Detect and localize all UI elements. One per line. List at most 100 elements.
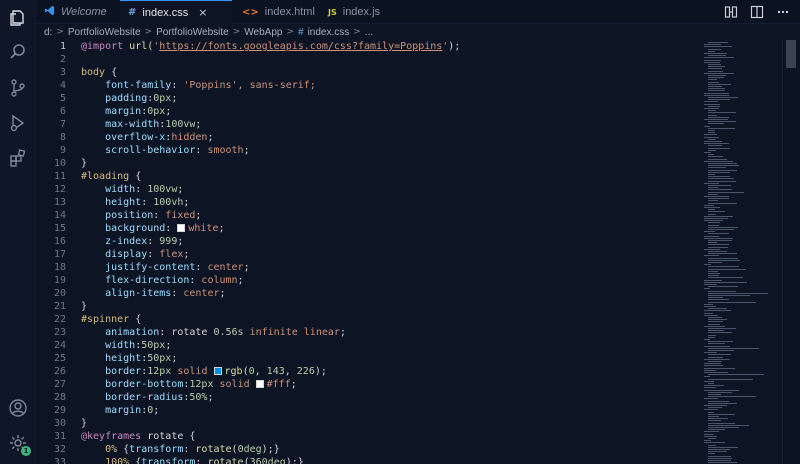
code-line[interactable]: 17 display: flex;: [36, 248, 700, 261]
line-number: 14: [53, 210, 66, 221]
more-actions-icon[interactable]: [776, 5, 790, 19]
line-number: 12: [53, 184, 66, 195]
code-line[interactable]: 16 z-index: 999;: [36, 235, 700, 248]
vertical-scrollbar[interactable]: [782, 40, 800, 464]
breadcrumb-item[interactable]: WebApp: [244, 27, 282, 38]
account-icon[interactable]: [8, 398, 28, 418]
minimap-line: [704, 314, 718, 316]
open-changes-icon[interactable]: [724, 5, 738, 19]
code-token: :: [141, 197, 154, 208]
minimap-line: [708, 176, 730, 178]
code-token: , sans-serif;: [237, 80, 316, 91]
minimap-line: [708, 97, 738, 98]
code-token: :: [171, 80, 184, 91]
minimap-line: [708, 402, 737, 404]
code-line[interactable]: 22 #spinner {: [36, 313, 700, 326]
tab-index-html[interactable]: <> index.html: [232, 0, 315, 24]
code-line[interactable]: 1 @import url('https://fonts.googleapis.c…: [36, 40, 700, 53]
minimap-line: [708, 114, 717, 116]
code-token: body: [81, 67, 106, 78]
minimap-line: [704, 248, 720, 250]
code-line[interactable]: 3 body {: [36, 66, 700, 79]
code-line[interactable]: 2: [36, 53, 700, 66]
code-line[interactable]: 19 flex-direction: column;: [36, 274, 700, 287]
settings-gear-icon[interactable]: 1: [8, 433, 31, 456]
minimap-line: [708, 354, 731, 356]
tab-welcome[interactable]: Welcome: [36, 0, 120, 24]
code-line[interactable]: 8 overflow-x:hidden;: [36, 131, 700, 144]
split-editor-icon[interactable]: [750, 5, 764, 19]
source-control-icon[interactable]: [8, 78, 28, 98]
code-line[interactable]: 18 justify-content: center;: [36, 261, 700, 274]
code-line[interactable]: 21}: [36, 300, 700, 313]
breadcrumb-item[interactable]: d:: [44, 27, 52, 38]
breadcrumb-item[interactable]: PortfolioWebsite: [68, 27, 141, 38]
code-token: ;: [177, 236, 184, 247]
color-swatch[interactable]: [213, 367, 222, 375]
code-line[interactable]: 6 margin:0px;: [36, 105, 700, 118]
code-line[interactable]: 30}: [36, 417, 700, 430]
minimap-line: [708, 446, 738, 448]
code-line[interactable]: 28 border-radius:50%;: [36, 391, 700, 404]
breadcrumb-item[interactable]: index.css: [308, 27, 350, 38]
minimap-line: [708, 244, 729, 246]
code-line[interactable]: 31 @keyframes rotate {: [36, 430, 700, 443]
minimap-line: [704, 433, 714, 435]
minimap-line: [708, 132, 715, 134]
scrollbar-thumb[interactable]: [786, 40, 796, 68]
css-hash-icon: #: [128, 7, 137, 18]
css-hash-icon: #: [298, 26, 304, 38]
code-line[interactable]: 7 max-width:100vw;: [36, 118, 700, 131]
line-number: 22: [53, 314, 66, 325]
minimap[interactable]: [700, 40, 782, 464]
code-line[interactable]: 5 padding:0px;: [36, 92, 700, 105]
code-text: @keyframes rotate {: [81, 430, 195, 443]
code-line[interactable]: 25 height:50px;: [36, 352, 700, 365]
code-line[interactable]: 11 #loading {: [36, 170, 700, 183]
tab-index-js[interactable]: JS index.js: [314, 0, 390, 24]
minimap-line: [708, 455, 731, 457]
explorer-icon[interactable]: [8, 8, 28, 28]
minimap-line: [708, 110, 716, 112]
code-line[interactable]: 23 animation: rotate 0.56s infinite line…: [36, 326, 700, 339]
code-line[interactable]: 13 height: 100vh;: [36, 196, 700, 209]
minimap-line: [704, 204, 714, 206]
code-line[interactable]: 32 0% {transform: rotate(0deg);}: [36, 443, 700, 456]
code-token: fixed: [165, 210, 196, 221]
code-line[interactable]: 33 100% {transform: rotate(360deg);}: [36, 456, 700, 464]
minimap-line: [708, 48, 721, 50]
extensions-icon[interactable]: [8, 148, 28, 168]
minimap-line: [708, 347, 759, 349]
code-line[interactable]: 14 position: fixed;: [36, 209, 700, 222]
color-swatch[interactable]: [177, 224, 186, 232]
code-line[interactable]: 26 border:12px solid rgb(0, 143, 226);: [36, 365, 700, 378]
code-line[interactable]: 29 margin:0;: [36, 404, 700, 417]
color-swatch[interactable]: [255, 380, 264, 388]
code-line[interactable]: 24 width:50px;: [36, 339, 700, 352]
code-editor[interactable]: 1 @import url('https://fonts.googleapis.c…: [36, 40, 700, 464]
close-icon[interactable]: ×: [198, 6, 207, 19]
js-icon: JS: [328, 7, 337, 17]
minimap-line: [708, 55, 726, 57]
minimap-line: [708, 391, 732, 393]
code-token: width: [81, 184, 136, 195]
tab-index-css[interactable]: # index.css ×: [120, 0, 232, 24]
search-icon[interactable]: [8, 42, 28, 62]
code-line[interactable]: 12 width: 100vw;: [36, 183, 700, 196]
code-token: :: [195, 262, 208, 273]
code-token: padding: [81, 93, 148, 104]
code-text: z-index: 999;: [81, 235, 183, 248]
code-token: 'Poppins': [183, 80, 238, 91]
minimap-line: [708, 374, 764, 376]
code-token: 0px: [153, 93, 172, 104]
code-line[interactable]: 9 scroll-behavior: smooth;: [36, 144, 700, 157]
code-text: margin:0;: [81, 404, 159, 417]
code-line[interactable]: 20 align-items: center;: [36, 287, 700, 300]
code-line[interactable]: 15 background: white;: [36, 222, 700, 235]
breadcrumb-item[interactable]: PortfolioWebsite: [156, 27, 229, 38]
code-line[interactable]: 27 border-bottom:12px solid #fff;: [36, 378, 700, 391]
code-line[interactable]: 10}: [36, 157, 700, 170]
code-line[interactable]: 4 font-family: 'Poppins', sans-serif;: [36, 79, 700, 92]
run-debug-icon[interactable]: [8, 113, 28, 133]
breadcrumb-item[interactable]: ...: [365, 27, 373, 38]
